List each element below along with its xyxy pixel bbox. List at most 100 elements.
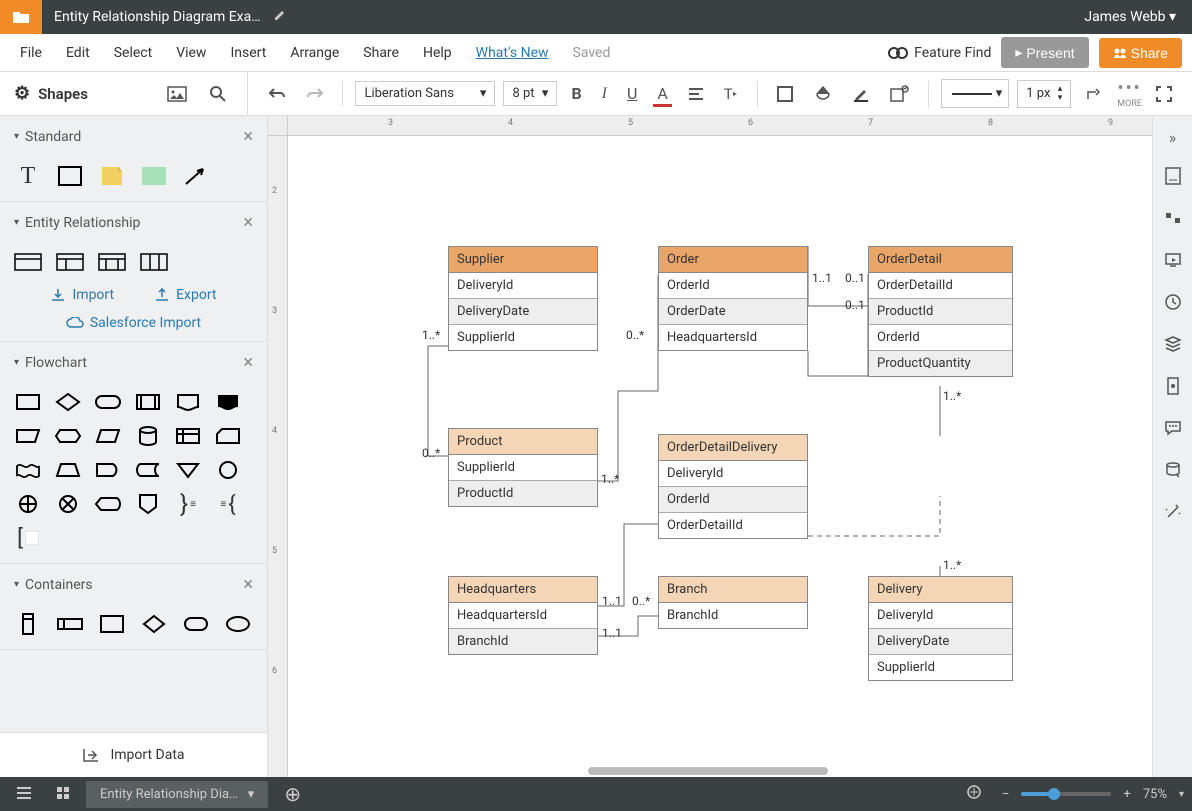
shapes-panel-header[interactable]: ⚙ Shapes <box>14 83 88 104</box>
cont-2[interactable] <box>56 613 84 635</box>
zoom-slider[interactable] <box>1021 792 1111 796</box>
entity-order[interactable]: Order OrderId OrderDate HeadquartersId <box>658 246 808 351</box>
line-style-select[interactable]: ▾ <box>941 79 1010 108</box>
cont-1[interactable] <box>14 613 42 635</box>
menu-select[interactable]: Select <box>104 39 162 67</box>
text-color-button[interactable]: A <box>651 80 673 107</box>
fullscreen-button[interactable] <box>1150 82 1178 106</box>
fc-diamond[interactable] <box>54 391 82 413</box>
zoom-out-button[interactable]: − <box>1002 787 1009 802</box>
fc-rect[interactable] <box>14 391 42 413</box>
menu-share[interactable]: Share <box>353 39 409 67</box>
data-icon[interactable] <box>1157 367 1189 405</box>
text-shape[interactable]: T <box>14 165 42 187</box>
fc-offpage[interactable] <box>134 493 162 515</box>
menu-file[interactable]: File <box>10 39 52 67</box>
er-shape-2[interactable] <box>56 251 84 273</box>
fc-note[interactable]: ≡{ <box>214 493 242 515</box>
user-menu[interactable]: James Webb ▾ <box>1068 9 1192 25</box>
magic-icon[interactable] <box>1157 493 1189 531</box>
page-settings-icon[interactable] <box>1157 157 1189 195</box>
fc-doc-filled[interactable] <box>214 391 242 413</box>
line-width-select[interactable]: 1 px▴▾ <box>1017 80 1071 108</box>
database-icon[interactable] <box>1157 451 1189 489</box>
fc-brace-r[interactable]: }≡ <box>174 493 202 515</box>
er-import-link[interactable]: Import <box>50 287 114 303</box>
fc-merge[interactable] <box>174 459 202 481</box>
fc-stored[interactable] <box>134 459 162 481</box>
menu-whatsnew[interactable]: What's New <box>466 39 559 67</box>
fc-display[interactable] <box>94 493 122 515</box>
diagram-page[interactable]: Supplier DeliveryId DeliveryDate Supplie… <box>318 146 1152 777</box>
line-options-button[interactable] <box>1079 81 1109 107</box>
block-shape[interactable] <box>140 165 168 187</box>
font-size-select[interactable]: 8 pt▾ <box>503 81 557 106</box>
salesforce-import-link[interactable]: Salesforce Import <box>14 315 253 331</box>
feature-find[interactable]: Feature Find <box>888 45 991 61</box>
fc-trap1[interactable] <box>14 425 42 447</box>
fc-card[interactable] <box>214 425 242 447</box>
entity-product[interactable]: Product SupplierId ProductId <box>448 428 598 507</box>
section-er[interactable]: ▾Entity Relationship× <box>0 202 267 243</box>
fc-cylinder[interactable] <box>134 425 162 447</box>
entity-headquarters[interactable]: Headquarters HeadquartersId BranchId <box>448 576 598 655</box>
rect-shape[interactable] <box>56 165 84 187</box>
zoom-dropdown-icon[interactable]: ▾ <box>1179 789 1184 800</box>
fc-connector[interactable] <box>214 459 242 481</box>
horizontal-scrollbar[interactable] <box>588 767 828 775</box>
fc-internal[interactable] <box>174 425 202 447</box>
present-panel-icon[interactable] <box>1157 241 1189 279</box>
note-shape[interactable] <box>98 165 126 187</box>
fc-bracket[interactable]: [ <box>14 527 42 549</box>
fill-color-button[interactable] <box>808 81 838 107</box>
menu-edit[interactable]: Edit <box>56 39 100 67</box>
er-export-link[interactable]: Export <box>154 287 216 303</box>
more-button[interactable]: •••MORE <box>1117 78 1142 109</box>
text-options-button[interactable]: T <box>718 81 745 107</box>
shape-options-button[interactable] <box>884 81 916 107</box>
section-flowchart[interactable]: ▾Flowchart× <box>0 342 267 383</box>
folder-icon[interactable] <box>0 0 42 34</box>
fc-or[interactable] <box>14 493 42 515</box>
fc-sum[interactable] <box>54 493 82 515</box>
section-standard[interactable]: ▾Standard× <box>0 116 267 157</box>
entity-orderdetail[interactable]: OrderDetail OrderDetailId ProductId Orde… <box>868 246 1013 377</box>
close-icon[interactable]: × <box>243 574 253 595</box>
er-shape-3[interactable] <box>98 251 126 273</box>
document-title[interactable]: Entity Relationship Diagram Exa… <box>42 9 273 25</box>
cont-3[interactable] <box>98 613 126 635</box>
fc-parallelogram[interactable] <box>94 425 122 447</box>
present-button[interactable]: ▸ Present <box>1001 37 1088 68</box>
cont-4[interactable] <box>140 613 168 635</box>
close-icon[interactable]: × <box>243 352 253 373</box>
edit-title-icon[interactable] <box>273 8 287 26</box>
align-button[interactable] <box>682 83 710 105</box>
cont-5[interactable] <box>182 613 210 635</box>
image-icon[interactable] <box>161 81 193 107</box>
font-select[interactable]: Liberation Sans▾ <box>355 81 495 106</box>
history-icon[interactable] <box>1157 283 1189 321</box>
chat-icon[interactable] <box>1157 409 1189 447</box>
share-button[interactable]: Share <box>1099 38 1182 68</box>
fc-terminator[interactable] <box>94 391 122 413</box>
canvas[interactable]: Supplier DeliveryId DeliveryDate Supplie… <box>288 136 1152 777</box>
fc-document[interactable] <box>174 391 202 413</box>
entity-supplier[interactable]: Supplier DeliveryId DeliveryDate Supplie… <box>448 246 598 351</box>
comments-icon[interactable] <box>1157 199 1189 237</box>
list-view-icon[interactable] <box>8 781 40 808</box>
er-shape-4[interactable] <box>140 251 168 273</box>
zoom-in-button[interactable]: + <box>1123 787 1130 802</box>
entity-branch[interactable]: Branch BranchId <box>658 576 808 629</box>
zoom-fit-icon[interactable] <box>958 780 990 808</box>
undo-button[interactable] <box>262 83 292 105</box>
add-page-button[interactable]: ⊕ <box>276 782 309 806</box>
page-tab[interactable]: Entity Relationship Dia…▾ <box>86 781 268 808</box>
section-containers[interactable]: ▾Containers× <box>0 564 267 605</box>
entity-orderdetaildelivery[interactable]: OrderDetailDelivery DeliveryId OrderId O… <box>658 434 808 539</box>
menu-insert[interactable]: Insert <box>220 39 276 67</box>
close-icon[interactable]: × <box>243 126 253 147</box>
grid-view-icon[interactable] <box>48 781 78 808</box>
border-color-button[interactable] <box>846 81 876 107</box>
entity-delivery[interactable]: Delivery DeliveryId DeliveryDate Supplie… <box>868 576 1013 681</box>
underline-button[interactable]: U <box>621 80 643 107</box>
